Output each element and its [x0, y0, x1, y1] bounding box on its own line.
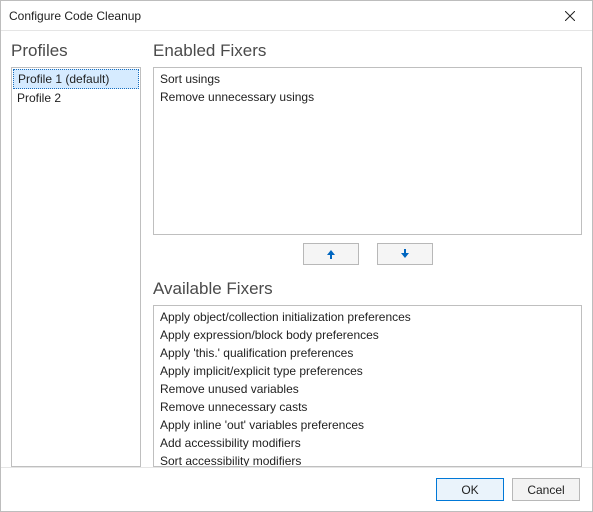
ok-button[interactable]: OK	[436, 478, 504, 501]
move-buttons-row	[153, 235, 582, 275]
available-fixer-item[interactable]: Add accessibility modifiers	[154, 434, 581, 452]
dialog-body: Profiles Profile 1 (default)Profile 2 En…	[1, 31, 592, 467]
enabled-fixer-item[interactable]: Sort usings	[154, 70, 581, 88]
enabled-fixers-list[interactable]: Sort usingsRemove unnecessary usings	[153, 67, 582, 235]
move-down-button[interactable]	[377, 243, 433, 265]
enabled-fixers-header: Enabled Fixers	[153, 41, 582, 61]
available-fixer-item[interactable]: Apply inline 'out' variables preferences	[154, 416, 581, 434]
available-fixer-item[interactable]: Remove unnecessary casts	[154, 398, 581, 416]
dialog-window: Configure Code Cleanup Profiles Profile …	[0, 0, 593, 512]
profiles-pane: Profiles Profile 1 (default)Profile 2	[11, 37, 141, 467]
window-title: Configure Code Cleanup	[9, 9, 548, 23]
profile-item[interactable]: Profile 2	[13, 89, 139, 107]
move-up-button[interactable]	[303, 243, 359, 265]
available-fixer-item[interactable]: Sort accessibility modifiers	[154, 452, 581, 467]
arrow-down-icon	[399, 248, 411, 260]
close-button[interactable]	[548, 1, 592, 31]
available-fixer-item[interactable]: Apply implicit/explicit type preferences	[154, 362, 581, 380]
cancel-button[interactable]: Cancel	[512, 478, 580, 501]
available-fixer-item[interactable]: Apply 'this.' qualification preferences	[154, 344, 581, 362]
available-fixers-section: Available Fixers Apply object/collection…	[153, 275, 582, 467]
arrow-up-icon	[325, 248, 337, 260]
profiles-header: Profiles	[11, 41, 141, 61]
right-pane: Enabled Fixers Sort usingsRemove unneces…	[153, 37, 582, 467]
available-fixers-header: Available Fixers	[153, 279, 582, 299]
available-fixer-item[interactable]: Apply expression/block body preferences	[154, 326, 581, 344]
profile-item[interactable]: Profile 1 (default)	[13, 69, 139, 89]
enabled-fixer-item[interactable]: Remove unnecessary usings	[154, 88, 581, 106]
available-fixer-item[interactable]: Apply object/collection initialization p…	[154, 308, 581, 326]
available-fixers-list[interactable]: Apply object/collection initialization p…	[153, 305, 582, 467]
dialog-footer: OK Cancel	[1, 467, 592, 511]
available-fixer-item[interactable]: Remove unused variables	[154, 380, 581, 398]
close-icon	[565, 11, 575, 21]
titlebar: Configure Code Cleanup	[1, 1, 592, 31]
profiles-list[interactable]: Profile 1 (default)Profile 2	[11, 67, 141, 467]
